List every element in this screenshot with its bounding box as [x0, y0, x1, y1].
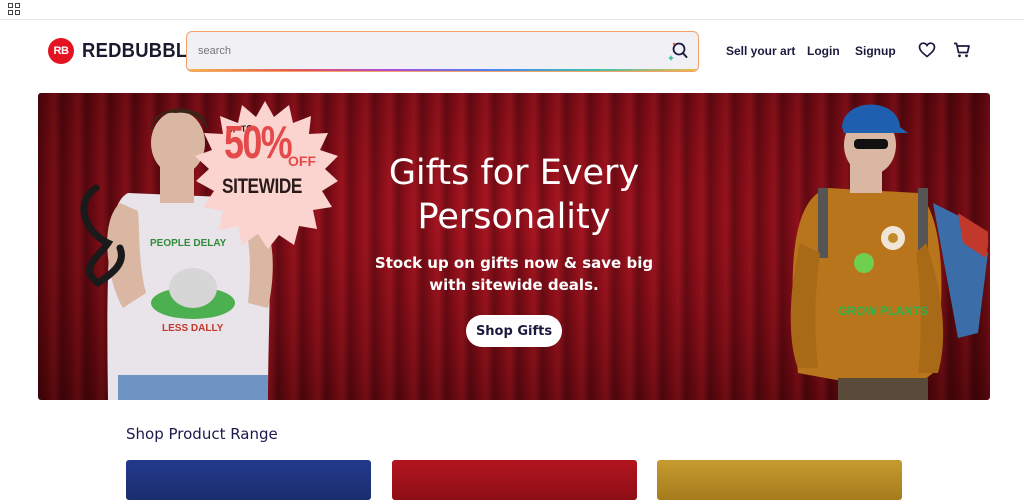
search-icon[interactable]: [668, 41, 688, 61]
browser-toolbar: [0, 0, 1024, 20]
search-input[interactable]: [198, 32, 658, 70]
sale-badge: UP TO 50% OFF SITEWIDE: [190, 99, 340, 249]
badge-off: OFF: [288, 153, 316, 169]
right-sweater-text: GROW PLANTS: [838, 304, 928, 318]
shop-gifts-button[interactable]: Shop Gifts: [466, 315, 562, 347]
product-range-card[interactable]: [126, 460, 371, 500]
hero-subtitle: Stock up on gifts now & save big with si…: [374, 254, 654, 294]
nav-signup[interactable]: Signup: [855, 44, 896, 58]
site-header: RB REDBUBBLE Sell your art Login Signup: [0, 21, 1024, 85]
logo-mark: RB: [48, 38, 74, 64]
hero-banner[interactable]: PEOPLE DELAY LESS DALLY UP TO 50% OFF SI…: [38, 93, 990, 400]
product-range-card[interactable]: [657, 460, 902, 500]
shop-product-range-heading: Shop Product Range: [126, 425, 278, 443]
nav-sell-your-art[interactable]: Sell your art: [726, 44, 795, 58]
hero-model-right-image: GROW PLANTS: [790, 104, 988, 400]
logo-text: REDBUBBLE: [82, 39, 201, 62]
nav-login[interactable]: Login: [807, 44, 840, 58]
left-shirt-text-bottom: LESS DALLY: [162, 323, 224, 334]
badge-sitewide: SITEWIDE: [222, 175, 302, 198]
product-range-card[interactable]: [392, 460, 637, 500]
badge-percent: 50%: [224, 116, 293, 168]
search-rainbow-underline: [187, 69, 698, 71]
hero-title: Gifts for Every Personality: [388, 153, 640, 237]
apps-grid-icon[interactable]: [8, 3, 20, 15]
heart-icon[interactable]: [918, 41, 936, 59]
cart-icon[interactable]: [953, 41, 971, 59]
search-bar: [186, 31, 699, 72]
